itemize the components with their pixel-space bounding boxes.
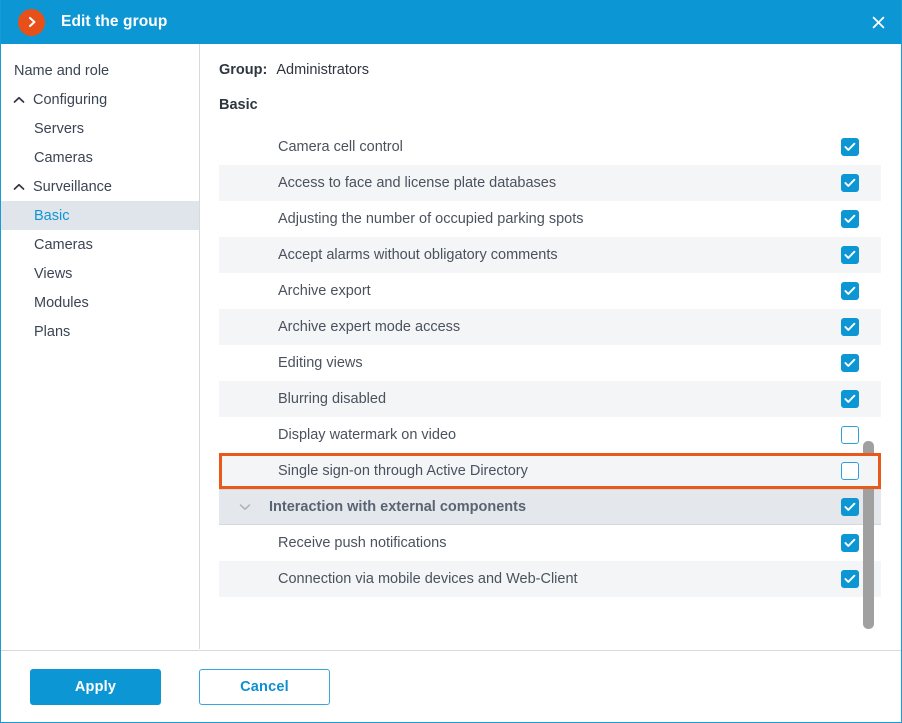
sidebar-item-label: Basic [34,207,70,224]
permission-checkbox[interactable] [841,246,859,264]
sidebar-item-configuring[interactable]: Configuring [1,85,199,114]
sidebar-item-label: Cameras [34,149,93,166]
permission-label: Archive export [278,283,371,299]
chevron-down-icon[interactable] [238,503,252,511]
sidebar-item-label: Surveillance [33,178,112,195]
sidebar-item-surveillance-cameras[interactable]: Cameras [1,230,199,259]
dialog-footer: Apply Cancel [1,650,901,722]
permission-label: Single sign-on through Active Directory [278,463,528,479]
dialog-title: Edit the group [61,13,168,30]
permission-checkbox[interactable] [841,318,859,336]
permission-checkbox[interactable] [841,210,859,228]
permission-checkbox[interactable] [841,138,859,156]
permission-row[interactable]: Camera cell control [219,129,881,165]
title-bar: Edit the group [1,0,901,44]
permission-row-highlighted[interactable]: Single sign-on through Active Directory [219,453,881,489]
permission-label: Archive expert mode access [278,319,461,335]
permission-checkbox[interactable] [841,534,859,552]
sidebar-item-label: Configuring [33,91,108,108]
group-value: Administrators [276,62,369,78]
sidebar-item-plans[interactable]: Plans [1,317,199,346]
main-panel: Group: Administrators Basic Camera cell c… [200,44,901,649]
permission-label: Display watermark on video [278,427,457,443]
sidebar-item-configuring-cameras[interactable]: Cameras [1,143,199,172]
vertical-scrollbar[interactable] [863,129,874,629]
sidebar-item-label: Plans [34,323,71,340]
permission-label: Camera cell control [278,139,403,155]
permission-label: Receive push notifications [278,535,447,551]
permissions-list: Camera cell control Access to face and l… [219,129,881,629]
permission-row[interactable]: Editing views [219,345,881,381]
permission-checkbox[interactable] [841,426,859,444]
permission-row[interactable]: Access to face and license plate databas… [219,165,881,201]
permission-checkbox[interactable] [841,570,859,588]
dialog-body: Name and role Configuring Servers Camera… [1,44,901,649]
sidebar-item-label: Cameras [34,236,93,253]
permission-checkbox[interactable] [841,282,859,300]
sidebar-item-surveillance[interactable]: Surveillance [1,172,199,201]
sidebar-navigation: Name and role Configuring Servers Camera… [1,44,200,649]
sidebar-item-label: Servers [34,120,84,137]
cancel-button[interactable]: Cancel [199,668,330,705]
permission-label: Blurring disabled [278,391,387,407]
permission-row[interactable]: Connection via mobile devices and Web-Cl… [219,561,881,597]
permission-checkbox[interactable] [841,462,859,480]
permission-row[interactable]: Blurring disabled [219,381,881,417]
permission-row[interactable]: Adjusting the number of occupied parking… [219,201,881,237]
sidebar-item-basic[interactable]: Basic [1,201,199,230]
sidebar-item-label: Views [34,265,73,282]
chevron-up-icon [11,96,27,104]
edit-group-dialog: Edit the group Name and role Configuring [0,0,902,723]
permission-label: Connection via mobile devices and Web-Cl… [278,571,578,587]
chevron-right-circle-icon [18,8,45,36]
permission-group-header[interactable]: Interaction with external components [219,489,881,525]
sidebar-item-label: Name and role [14,62,110,79]
sidebar-item-modules[interactable]: Modules [1,288,199,317]
section-title: Basic [219,97,258,113]
apply-button[interactable]: Apply [30,668,161,705]
sidebar-item-views[interactable]: Views [1,259,199,288]
permission-row[interactable]: Display watermark on video [219,417,881,453]
chevron-up-icon [11,183,27,191]
permission-row[interactable]: Accept alarms without obligatory comment… [219,237,881,273]
permission-checkbox[interactable] [841,390,859,408]
group-line: Group: Administrators [219,62,901,78]
permission-label: Access to face and license plate databas… [278,175,557,191]
permission-checkbox[interactable] [841,354,859,372]
permission-label: Accept alarms without obligatory comment… [278,247,558,263]
close-icon[interactable] [855,0,901,44]
permission-row[interactable]: Archive export [219,273,881,309]
permission-checkbox[interactable] [841,174,859,192]
permission-group-checkbox[interactable] [841,498,859,516]
permission-label: Editing views [278,355,363,371]
sidebar-item-name-and-role[interactable]: Name and role [1,56,199,85]
permission-label: Adjusting the number of occupied parking… [278,211,584,227]
group-label: Group: [219,62,268,78]
sidebar-item-label: Modules [34,294,89,311]
permission-row[interactable]: Receive push notifications [219,525,881,561]
permission-row[interactable]: Archive expert mode access [219,309,881,345]
permission-group-label: Interaction with external components [269,499,527,515]
sidebar-item-servers[interactable]: Servers [1,114,199,143]
